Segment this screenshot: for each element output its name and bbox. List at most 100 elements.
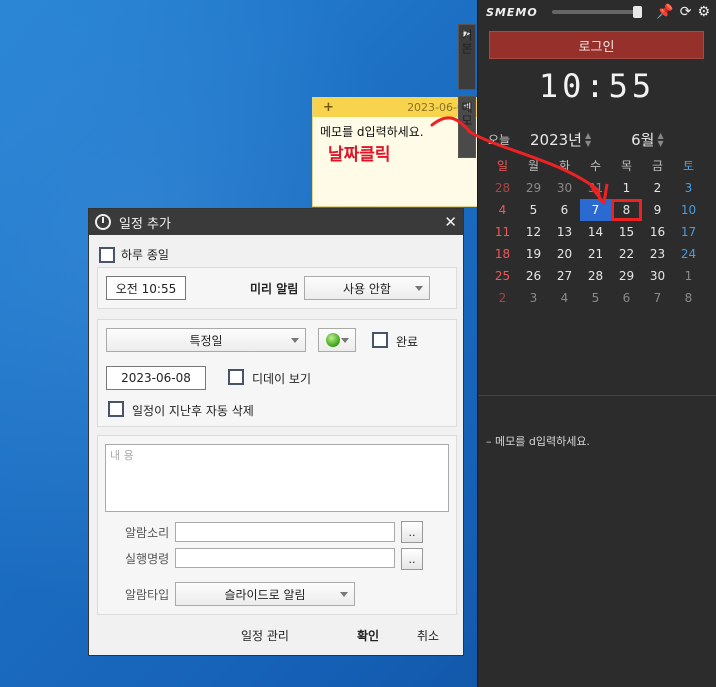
calendar-day[interactable]: 3 xyxy=(518,287,549,309)
calendar-day[interactable]: 22 xyxy=(611,243,642,265)
calendar-day[interactable]: 12 xyxy=(518,221,549,243)
weekday-label: 일 xyxy=(496,159,509,173)
autodelete-checkbox[interactable] xyxy=(108,401,124,417)
dday-label: 디데이 보기 xyxy=(252,372,312,386)
autodelete-label: 일정이 지난후 자동 삭제 xyxy=(132,404,254,418)
calendar-day[interactable]: 24 xyxy=(673,243,704,265)
dialog-footer: 일정 관리 확인 취소 xyxy=(89,627,465,647)
weekday-label: 목 xyxy=(620,159,633,173)
memo-add-button[interactable]: + xyxy=(323,100,334,115)
panel-titlebar: SMEMO 📌 ⟳ ⚙ xyxy=(478,0,716,24)
gear-icon[interactable]: ⚙ xyxy=(697,4,710,20)
calendar-day[interactable]: 18 xyxy=(487,243,518,265)
sound-browse-button[interactable]: .. xyxy=(401,521,423,543)
calendar-day[interactable]: 15 xyxy=(611,221,642,243)
calendar-day[interactable]: 8 xyxy=(673,287,704,309)
content-textarea[interactable]: 내 용 xyxy=(105,444,449,512)
calendar-day[interactable]: 29 xyxy=(611,265,642,287)
weekday-label: 화 xyxy=(558,159,571,173)
calendar-day[interactable]: 6 xyxy=(611,287,642,309)
close-icon[interactable]: ✕ xyxy=(444,213,457,231)
calendar-day[interactable]: 8 xyxy=(611,199,642,221)
pin-icon[interactable]: 📌 xyxy=(656,4,673,20)
tab-basic[interactable]: ▶ 기본 xyxy=(458,24,476,90)
calendar-day[interactable]: 3 xyxy=(673,177,704,199)
smemo-panel: SMEMO 📌 ⟳ ⚙ 로그인 10:55 오늘 2023년 ▲ ▼ 6월 ▲ ▼ 일월… xyxy=(477,0,716,687)
date-field[interactable]: 2023-06-08 xyxy=(106,366,206,390)
command-browse-button[interactable]: .. xyxy=(401,548,423,570)
calendar-day[interactable]: 27 xyxy=(549,265,580,287)
calendar-day[interactable]: 17 xyxy=(673,221,704,243)
calendar-day[interactable]: 14 xyxy=(580,221,611,243)
tab-memo[interactable]: ◀ 메모 xyxy=(458,96,476,158)
divider xyxy=(478,395,716,396)
allday-checkbox[interactable] xyxy=(99,246,115,263)
month-selector[interactable]: 6월 ▲ ▼ xyxy=(631,129,664,150)
login-button[interactable]: 로그인 xyxy=(489,31,704,59)
calendar-day[interactable]: 4 xyxy=(487,199,518,221)
time-field[interactable]: 오전 10:55 xyxy=(106,276,186,300)
calendar-day[interactable]: 9 xyxy=(642,199,673,221)
ok-button[interactable]: 확인 xyxy=(357,627,379,644)
calendar-week-row: 18 19 20 21 22 23 24 xyxy=(487,243,704,265)
memo-text[interactable]: 메모를 d입력하세요. xyxy=(313,117,477,140)
calendar-day[interactable]: 1 xyxy=(611,177,642,199)
chevron-down-icon xyxy=(291,338,299,343)
weekday-label: 수 xyxy=(589,159,602,173)
today-button[interactable]: 오늘 xyxy=(478,131,530,148)
calendar-day[interactable]: 7 xyxy=(642,287,673,309)
annotation-label: 날짜클릭 xyxy=(328,145,391,165)
calendar-day[interactable]: 28 xyxy=(487,177,518,199)
memo-header: + 2023-06-07 xyxy=(313,98,477,117)
dialog-titlebar: 일정 추가 ✕ xyxy=(89,209,463,235)
app-logo: SMEMO xyxy=(486,5,538,19)
cancel-button[interactable]: 취소 xyxy=(417,627,439,644)
sound-input[interactable] xyxy=(175,522,395,542)
calendar-day[interactable]: 1 xyxy=(673,265,704,287)
prealarm-dropdown[interactable]: 사용 안함 xyxy=(304,276,430,300)
manage-schedule-button[interactable]: 일정 관리 xyxy=(241,627,289,644)
prealarm-value: 사용 안함 xyxy=(343,281,391,296)
calendar-day[interactable]: 6 xyxy=(549,199,580,221)
slider-knob[interactable] xyxy=(632,6,642,18)
calendar-day[interactable]: 13 xyxy=(549,221,580,243)
command-label: 실행명령 xyxy=(125,552,170,566)
calendar-day[interactable]: 31 xyxy=(580,177,611,199)
calendar-day[interactable]: 5 xyxy=(518,199,549,221)
month-spin-icon[interactable]: ▲ ▼ xyxy=(657,132,663,148)
calendar-day[interactable]: 5 xyxy=(580,287,611,309)
color-dropdown[interactable] xyxy=(318,328,356,352)
calendar-day[interactable]: 29 xyxy=(518,177,549,199)
repeat-dropdown[interactable]: 특정일 xyxy=(106,328,306,352)
calendar-day[interactable]: 19 xyxy=(518,243,549,265)
calendar-day[interactable]: 7 xyxy=(580,199,611,221)
opacity-slider[interactable] xyxy=(551,6,642,18)
calendar-day[interactable]: 4 xyxy=(549,287,580,309)
dday-checkbox[interactable] xyxy=(228,369,244,385)
calendar-day[interactable]: 16 xyxy=(642,221,673,243)
color-dot-icon xyxy=(326,333,340,347)
month-label: 6월 xyxy=(631,130,655,149)
complete-checkbox[interactable] xyxy=(372,332,388,348)
calendar-day[interactable]: 28 xyxy=(580,265,611,287)
alarmtype-dropdown[interactable]: 슬라이드로 알림 xyxy=(175,582,355,606)
memo-list-item[interactable]: – 메모를 d입력하세요. xyxy=(486,433,590,449)
calendar-day[interactable]: 25 xyxy=(487,265,518,287)
calendar-day[interactable]: 11 xyxy=(487,221,518,243)
calendar-day[interactable]: 2 xyxy=(642,177,673,199)
year-selector[interactable]: 2023년 ▲ ▼ xyxy=(530,129,591,150)
calendar-day[interactable]: 2 xyxy=(487,287,518,309)
calendar-day[interactable]: 10 xyxy=(673,199,704,221)
calendar-day[interactable]: 20 xyxy=(549,243,580,265)
weekday-label: 토 xyxy=(682,159,695,173)
year-spin-icon[interactable]: ▲ ▼ xyxy=(585,132,591,148)
time-section: 오전 10:55 미리 알림 사용 안함 xyxy=(97,267,457,309)
calendar-day[interactable]: 30 xyxy=(642,265,673,287)
command-input[interactable] xyxy=(175,548,395,568)
calendar-day[interactable]: 21 xyxy=(580,243,611,265)
calendar-grid: 일 월 화 수 목 금 토 28 29 30 31 1 2 3 4 5 6 7 8 9 10 11 12 13 14 15 16 17… xyxy=(487,155,704,309)
calendar-day[interactable]: 26 xyxy=(518,265,549,287)
calendar-day[interactable]: 23 xyxy=(642,243,673,265)
calendar-day[interactable]: 30 xyxy=(549,177,580,199)
refresh-icon[interactable]: ⟳ xyxy=(680,4,692,20)
